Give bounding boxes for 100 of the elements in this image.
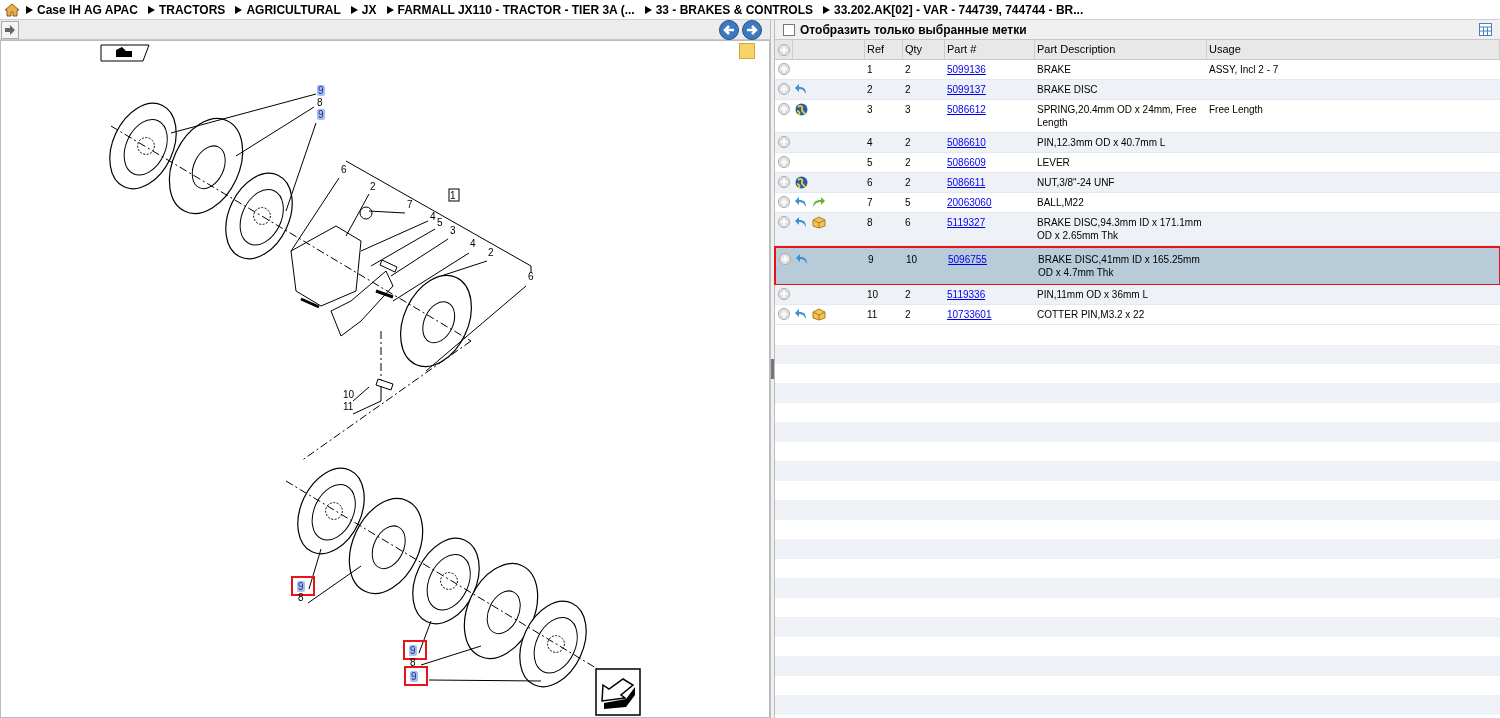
table-cell: BRAKE DISC,94.3mm ID x 171.1mm OD x 2.65mm Thk xyxy=(1037,217,1202,241)
home-icon[interactable] xyxy=(4,2,20,17)
callout-label[interactable]: 2 xyxy=(488,247,494,258)
column-header[interactable]: Usage xyxy=(1207,40,1500,59)
breadcrumb-link[interactable]: FARMALL JX110 - TRACTOR - TIER 3A (... xyxy=(397,0,635,19)
table-row[interactable]: 9 10 5096755 BRAKE DISC,41mm ID x 165.25mm OD x 4.7mm Thk xyxy=(774,246,1500,285)
table-row[interactable]: 11 2 10733601 COTTER PIN,M3.2 x 22 xyxy=(775,305,1500,325)
box-icon[interactable] xyxy=(812,308,826,321)
part-number-link[interactable]: 5119327 xyxy=(947,217,986,228)
view-toggle-button[interactable] xyxy=(100,44,150,62)
plus-circle-icon[interactable] xyxy=(778,156,790,168)
callout-label[interactable]: 6 xyxy=(341,164,347,175)
table-cell: 10 xyxy=(906,254,918,265)
table-row[interactable]: 2 2 5099137 BRAKE DISC xyxy=(775,80,1500,100)
checkbox[interactable] xyxy=(783,23,795,36)
callout-label[interactable]: 9 xyxy=(317,109,325,120)
callout-label[interactable]: 1 xyxy=(448,188,460,202)
triangle-icon xyxy=(823,5,830,14)
plus-circle-icon[interactable] xyxy=(778,63,790,75)
part-number-link[interactable]: 5086611 xyxy=(947,177,986,188)
globe-icon[interactable] xyxy=(795,103,808,116)
table-row[interactable]: 1 2 5099136 BRAKE ASSY, Incl 2 - 7 xyxy=(775,60,1500,80)
table-cell: LEVER xyxy=(1037,157,1070,168)
callout-label[interactable]: 9 xyxy=(410,671,418,682)
part-number-link[interactable]: 5119336 xyxy=(947,289,986,300)
breadcrumb-link[interactable]: JX xyxy=(361,0,377,19)
part-number-link[interactable]: 5096755 xyxy=(948,254,987,265)
column-header[interactable]: Part Description xyxy=(1035,40,1207,59)
curved-arrow-icon[interactable] xyxy=(812,196,826,208)
part-number-link[interactable]: 10733601 xyxy=(947,309,992,320)
callout-label[interactable]: 9 xyxy=(317,85,325,96)
callout-label[interactable]: 4 xyxy=(430,211,436,222)
globe-icon[interactable] xyxy=(795,176,808,189)
part-number-link[interactable]: 5086612 xyxy=(947,104,986,115)
part-number-link[interactable]: 5086609 xyxy=(947,157,986,168)
curved-arrow-icon[interactable] xyxy=(795,83,808,95)
callout-label[interactable]: 2 xyxy=(370,181,376,192)
plus-circle-icon[interactable] xyxy=(778,83,790,95)
table-cell: Free Length xyxy=(1209,104,1263,115)
breadcrumb-link[interactable]: TRACTORS xyxy=(158,0,226,19)
part-number-link[interactable]: 5099137 xyxy=(947,84,986,95)
table-row[interactable]: 5 2 5086609 LEVER xyxy=(775,153,1500,173)
breadcrumb-link[interactable]: AGRICULTURAL xyxy=(246,0,341,19)
back-button[interactable] xyxy=(719,19,739,40)
curved-arrow-icon[interactable] xyxy=(795,216,808,228)
part-number-link[interactable]: 5099136 xyxy=(947,64,986,75)
plus-circle-icon[interactable] xyxy=(778,308,790,320)
curved-arrow-icon[interactable] xyxy=(796,253,809,265)
callout-label[interactable]: 11 xyxy=(343,401,354,412)
grid-icon[interactable] xyxy=(1479,23,1492,36)
plus-circle-icon[interactable] xyxy=(778,196,790,208)
callout-label[interactable]: 8 xyxy=(298,592,304,603)
breadcrumb-link[interactable]: Case IH AG APAC xyxy=(37,0,138,19)
column-header[interactable]: Part # xyxy=(945,40,1035,59)
part-number-link[interactable]: 5086610 xyxy=(947,137,986,148)
table-cell: 2 xyxy=(905,64,911,75)
table-cell: 1 xyxy=(867,64,873,75)
breadcrumb-link[interactable]: 33 - BRAKES & CONTROLS xyxy=(655,0,813,19)
table-row[interactable]: 4 2 5086610 PIN,12.3mm OD x 40.7mm L xyxy=(775,133,1500,153)
plus-circle-icon[interactable] xyxy=(779,253,791,265)
column-header[interactable]: Ref xyxy=(865,40,903,59)
curved-arrow-icon[interactable] xyxy=(795,196,808,208)
callout-label[interactable]: 9 xyxy=(409,645,417,656)
breadcrumb-link[interactable]: 33.202.AK[02] - VAR - 744739, 744744 - BR... xyxy=(834,0,1084,19)
table-cell: 5 xyxy=(905,197,911,208)
callout-label[interactable]: 10 xyxy=(343,389,355,400)
table-cell: PIN,11mm OD x 36mm L xyxy=(1037,289,1148,300)
table-row[interactable]: 10 2 5119336 PIN,11mm OD x 36mm L xyxy=(775,285,1500,305)
callout-label[interactable]: 5 xyxy=(437,217,443,228)
callout-label[interactable]: 4 xyxy=(470,238,476,249)
callout-label[interactable]: 8 xyxy=(317,97,323,108)
callout-label[interactable]: 6 xyxy=(528,271,534,282)
forward-button[interactable] xyxy=(742,19,762,40)
table-row[interactable]: 6 2 5086611 NUT,3/8"-24 UNF xyxy=(775,173,1500,193)
curved-arrow-icon[interactable] xyxy=(795,308,808,320)
table-cell: BALL,M22 xyxy=(1037,197,1084,208)
plus-circle-icon[interactable] xyxy=(777,43,790,56)
box-icon[interactable] xyxy=(812,216,826,229)
callout-label[interactable]: 7 xyxy=(407,199,413,210)
triangle-icon xyxy=(386,5,394,14)
plus-circle-icon[interactable] xyxy=(778,288,790,300)
panel-toggle-button[interactable] xyxy=(1,20,19,39)
callout-label[interactable]: 9 xyxy=(297,581,305,592)
plus-circle-icon[interactable] xyxy=(778,216,790,228)
splitter-handle[interactable] xyxy=(771,359,774,379)
table-row[interactable]: 8 6 5119327 BRAKE DISC,94.3mm ID x 171.1mm OD x 2.65mm Thk xyxy=(775,213,1500,246)
previous-page-button[interactable] xyxy=(595,668,641,716)
plus-circle-icon[interactable] xyxy=(778,103,790,115)
plus-circle-icon[interactable] xyxy=(778,136,790,148)
table-row[interactable]: 7 5 20063060 BALL,M22 xyxy=(775,193,1500,213)
table-cell: 9 xyxy=(868,254,874,265)
plus-circle-icon[interactable] xyxy=(778,176,790,188)
part-number-link[interactable]: 20063060 xyxy=(947,197,992,208)
table-cell: 6 xyxy=(867,177,873,188)
arrow-right-icon xyxy=(4,24,16,35)
callout-label[interactable]: 3 xyxy=(450,225,456,236)
column-header[interactable]: Qty xyxy=(903,40,945,59)
note-icon[interactable] xyxy=(739,43,755,59)
callout-label[interactable]: 8 xyxy=(410,657,416,668)
table-row[interactable]: 3 3 5086612 SPRING,20.4mm OD x 24mm, Free Length Free Length xyxy=(775,100,1500,133)
